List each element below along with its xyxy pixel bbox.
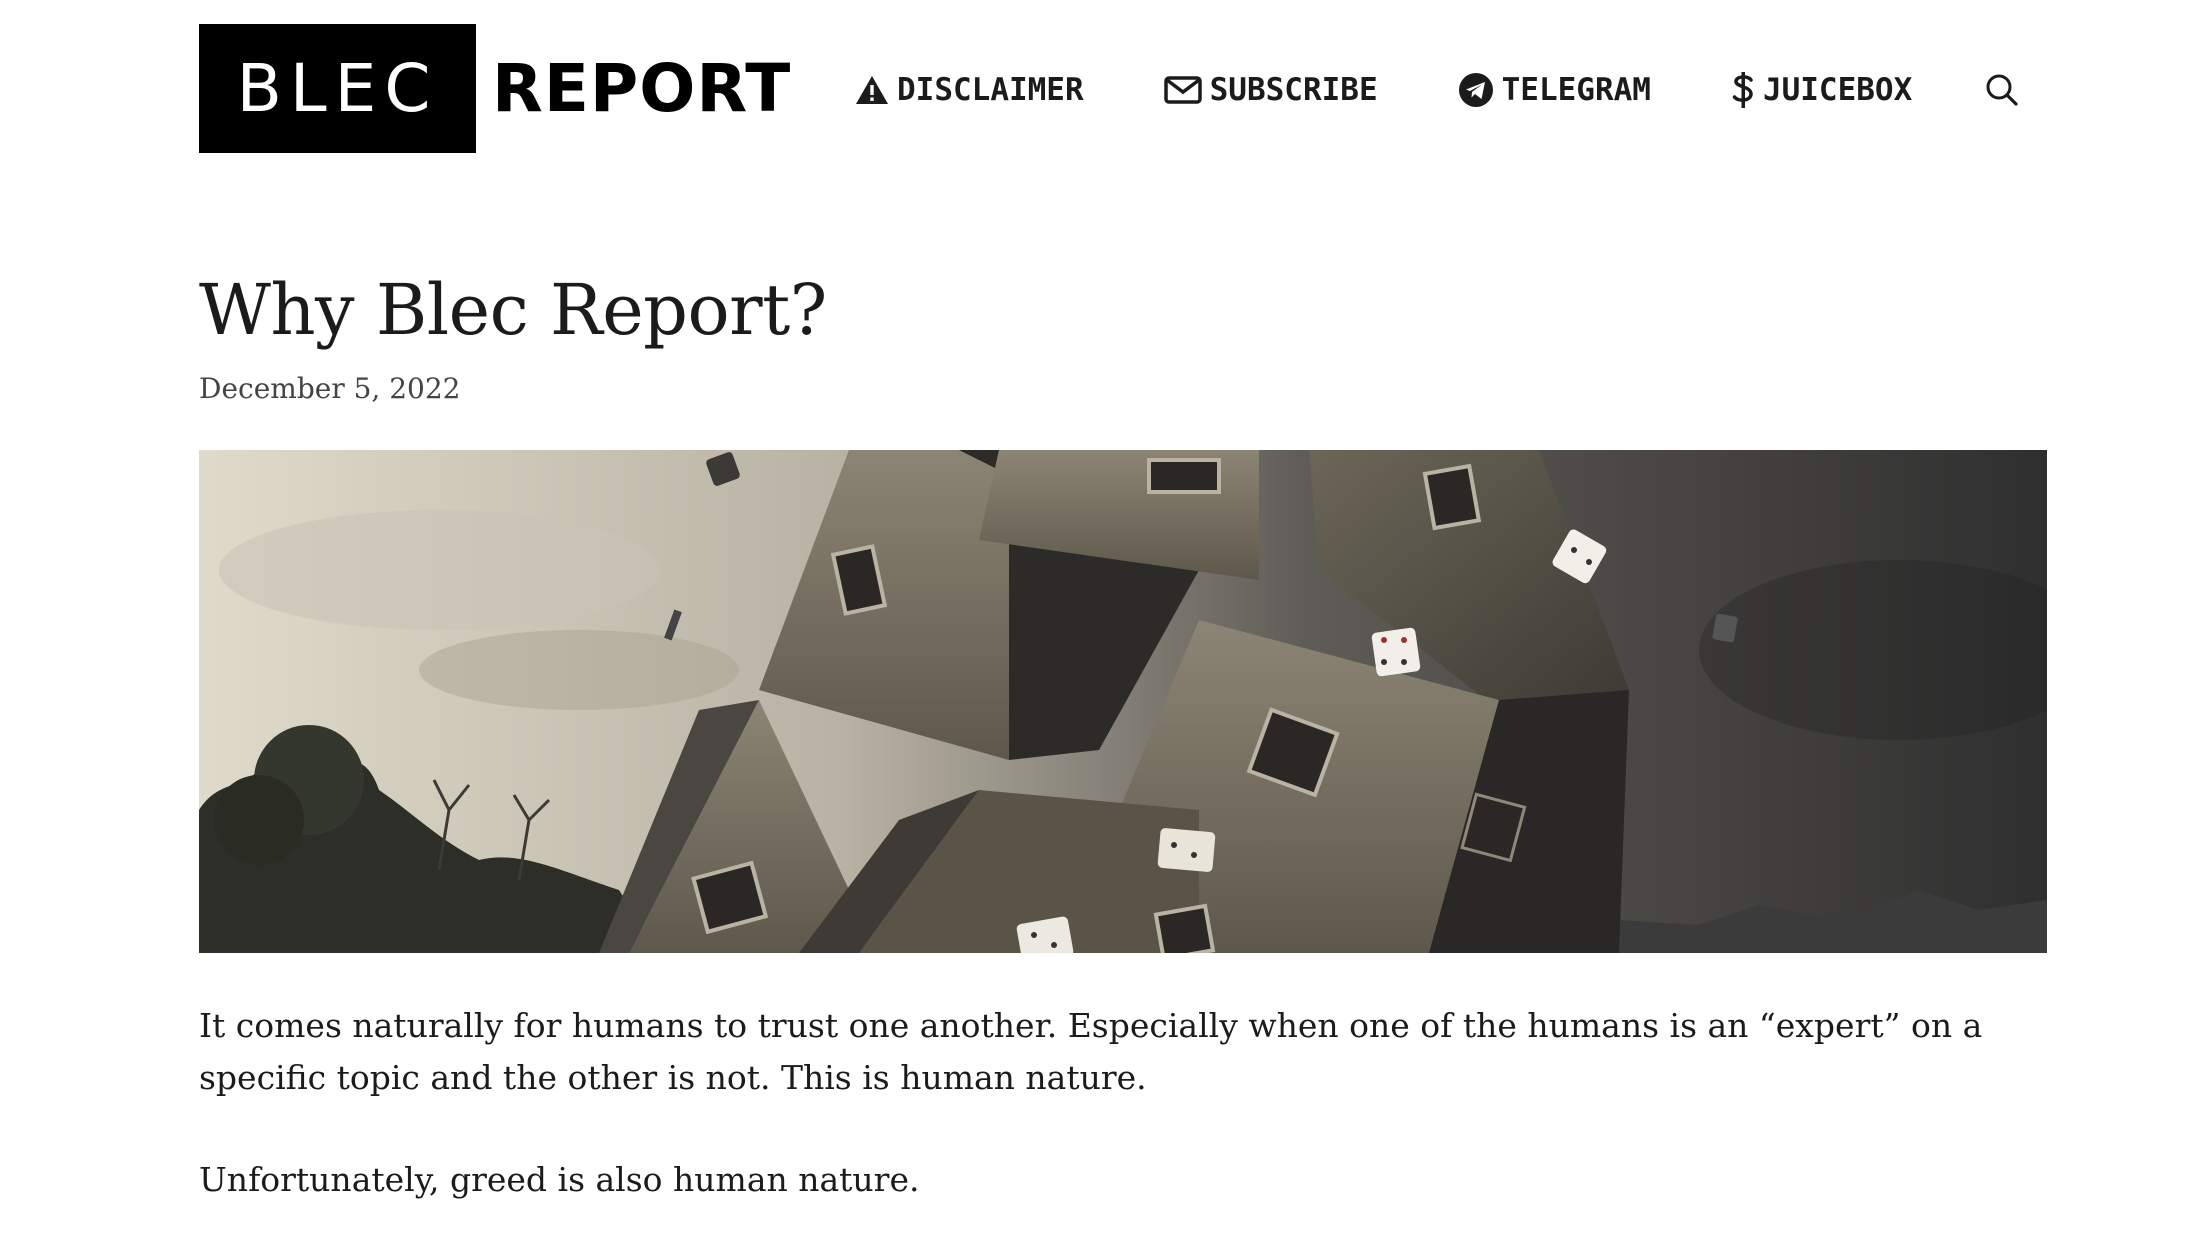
- article-body: It comes naturally for humans to trust o…: [199, 1000, 2047, 1256]
- search-button[interactable]: [1982, 70, 2022, 110]
- dollar-icon: [1731, 71, 1755, 109]
- article-date: December 5, 2022: [199, 372, 461, 405]
- nav-item-subscribe[interactable]: SUBSCRIBE: [1163, 72, 1378, 108]
- article: Why Blec Report? December 5, 2022 It com…: [199, 260, 2047, 1199]
- warning-icon: [855, 74, 889, 106]
- site-logo[interactable]: BLEC REPORT: [199, 24, 791, 153]
- nav-item-juicebox[interactable]: JUICEBOX: [1731, 71, 1912, 109]
- envelope-icon: [1163, 75, 1202, 105]
- nav-item-label: JUICEBOX: [1762, 72, 1913, 108]
- article-paragraph: Unfortunately, greed is also human natur…: [199, 1160, 920, 1199]
- telegram-icon: [1458, 72, 1494, 108]
- main-nav: DISCLAIMER SUBSCRIBE TELEGRAM JUICEBOX: [855, 62, 2022, 118]
- collapsing-houses-illustration: [199, 450, 2047, 953]
- search-icon: [1985, 73, 2019, 107]
- featured-image: [199, 450, 2047, 953]
- article-paragraph: It comes naturally for humans to trust o…: [199, 1006, 1983, 1097]
- nav-item-label: SUBSCRIBE: [1209, 72, 1378, 108]
- nav-item-label: DISCLAIMER: [897, 72, 1084, 108]
- article-title: Why Blec Report?: [199, 269, 827, 351]
- nav-item-telegram[interactable]: TELEGRAM: [1458, 72, 1651, 108]
- site-header: BLEC REPORT DISCLAIMER SUBSCRIBE TELEGRA…: [0, 0, 2186, 170]
- logo-report-text: REPORT: [492, 50, 792, 127]
- logo-box: BLEC: [199, 24, 476, 153]
- nav-item-label: TELEGRAM: [1501, 72, 1651, 108]
- logo-blec-text: BLEC: [236, 50, 439, 127]
- nav-item-disclaimer[interactable]: DISCLAIMER: [855, 72, 1084, 108]
